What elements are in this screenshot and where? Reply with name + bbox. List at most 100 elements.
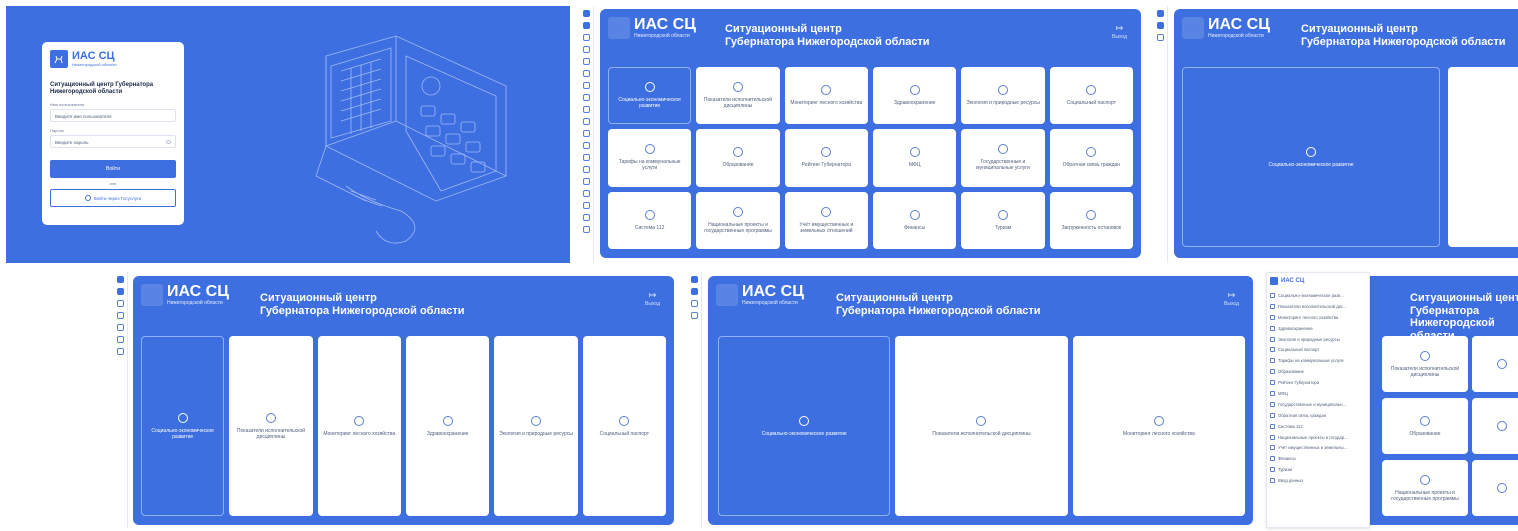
- tile-tourism[interactable]: Туризм: [961, 191, 1045, 249]
- menu-item[interactable]: Национальные проекты и государ...: [1270, 432, 1366, 443]
- username-input[interactable]: Введите имя пользователя: [50, 109, 176, 123]
- nav-tourism-icon[interactable]: [583, 214, 590, 221]
- nav-rating-icon[interactable]: [583, 118, 590, 125]
- tile-forest[interactable]: Мониторинг лесного хозяйства: [784, 67, 868, 125]
- tile-education[interactable]: Образование: [696, 129, 780, 187]
- logo-mini-icon[interactable]: [1157, 10, 1164, 17]
- menu-item-label: Социально-экономическое разв...: [1278, 292, 1344, 298]
- nav-passport-icon[interactable]: [583, 82, 590, 89]
- nav-health-icon[interactable]: [583, 58, 590, 65]
- nav-services-icon[interactable]: [583, 142, 590, 149]
- tile-education[interactable]: Образование: [1382, 398, 1468, 454]
- tile-property[interactable]: Учёт имущественных и земельных отношений: [784, 191, 868, 249]
- logo-mini-icon[interactable]: [691, 276, 698, 283]
- nav-input-icon[interactable]: [583, 226, 590, 233]
- tile-forest[interactable]: Мониторинг лесного хозяйства: [1072, 336, 1245, 516]
- menu-item[interactable]: Обратная связь граждан: [1270, 410, 1366, 421]
- tile-rating[interactable]: [1472, 398, 1518, 454]
- tile-projects[interactable]: Национальные проекты и государственные п…: [1382, 460, 1468, 516]
- tile-health[interactable]: Здравоохранение: [873, 67, 957, 125]
- nav-feedback-icon[interactable]: [583, 154, 590, 161]
- menu-item[interactable]: Финансы: [1270, 453, 1366, 464]
- nav-discipline-icon[interactable]: [117, 300, 124, 307]
- menu-item[interactable]: Ввод данных: [1270, 475, 1366, 486]
- login-button[interactable]: Войти: [50, 160, 176, 179]
- logo-mini-icon[interactable]: [583, 10, 590, 17]
- nav-112-icon[interactable]: [583, 166, 590, 173]
- tile-feedback[interactable]: Обратная связь граждан: [1049, 129, 1133, 187]
- nav-discipline-icon[interactable]: [583, 34, 590, 41]
- tile-social-econ[interactable]: Социально-экономическое развитие: [1182, 67, 1440, 247]
- password-input[interactable]: Введите пароль: [50, 135, 176, 149]
- menu-item[interactable]: Экология и природные ресурсы: [1270, 334, 1366, 345]
- menu-item[interactable]: Показатели исполнительской дис...: [1270, 301, 1366, 312]
- tile-social-econ[interactable]: Социально-экономическое развитие: [608, 67, 692, 125]
- nav-social-econ-icon[interactable]: [583, 22, 590, 29]
- tile-property[interactable]: [1472, 460, 1518, 516]
- nav-mfc-icon[interactable]: [583, 130, 590, 137]
- tile-services[interactable]: Государственные и муниципальные услуги: [961, 129, 1045, 187]
- tile-rating[interactable]: Рейтинг Губернатора: [784, 129, 868, 187]
- menu-item[interactable]: Государственные и муниципальн...: [1270, 399, 1366, 410]
- nav-social-econ-icon[interactable]: [1157, 22, 1164, 29]
- menu-item[interactable]: Туризм: [1270, 464, 1366, 475]
- nav-ecology-icon[interactable]: [117, 336, 124, 343]
- nav-forest-icon[interactable]: [117, 312, 124, 319]
- logo-mini-icon[interactable]: [117, 276, 124, 283]
- tile-projects[interactable]: Национальные проекты и государственные п…: [696, 191, 780, 249]
- gosuslugi-button[interactable]: Войти через Госуслуги: [50, 189, 176, 208]
- tile-stops[interactable]: Загруженность остановок: [1049, 191, 1133, 249]
- menu-item[interactable]: Тарифы на коммунальные услуги: [1270, 355, 1366, 366]
- tile-discipline[interactable]: Показатели исполнительской дисциплины: [1382, 336, 1468, 392]
- tile-discipline[interactable]: Показатели исполнительской дисциплины: [229, 336, 313, 516]
- tile-finance[interactable]: Финансы: [873, 191, 957, 249]
- tile-ecology[interactable]: Экология и природные ресурсы: [961, 67, 1045, 125]
- tile-passport[interactable]: Социальный паспорт: [1049, 67, 1133, 125]
- tile-mfc[interactable]: МФЦ: [873, 129, 957, 187]
- tile-forest[interactable]: [1472, 336, 1518, 392]
- nav-finance-icon[interactable]: [583, 202, 590, 209]
- nav-ecology-icon[interactable]: [583, 70, 590, 77]
- tile-ecology[interactable]: Экология и природные ресурсы: [494, 336, 578, 516]
- menu-item[interactable]: Учёт имущественных и земельны...: [1270, 442, 1366, 453]
- exit-button[interactable]: ↦ Выход: [1224, 290, 1239, 307]
- nav-forest-icon[interactable]: [691, 312, 698, 319]
- exit-icon: ↦: [648, 290, 657, 300]
- nav-projects-icon[interactable]: [583, 178, 590, 185]
- menu-item[interactable]: Рейтинг Губернатора: [1270, 377, 1366, 388]
- exit-button[interactable]: ↦ Выход: [1112, 23, 1127, 40]
- tile-discipline[interactable]: Показатели исполнительской дисциплины: [696, 67, 780, 125]
- tile-passport[interactable]: Социальный паспорт: [582, 336, 666, 516]
- menu-item[interactable]: Образование: [1270, 366, 1366, 377]
- eye-icon[interactable]: [166, 140, 171, 145]
- nav-social-econ-icon[interactable]: [117, 288, 124, 295]
- nav-discipline-icon[interactable]: [1157, 34, 1164, 41]
- menu-item[interactable]: Социально-экономическое разв...: [1270, 290, 1366, 301]
- nav-education-icon[interactable]: [583, 106, 590, 113]
- sidebar-rail: [114, 272, 128, 528]
- nav-discipline-icon[interactable]: [691, 300, 698, 307]
- nav-tariffs-icon[interactable]: [583, 94, 590, 101]
- nav-health-icon[interactable]: [117, 324, 124, 331]
- tile-forest[interactable]: Мониторинг лесного хозяйства: [317, 336, 401, 516]
- menu-item[interactable]: МФЦ: [1270, 388, 1366, 399]
- tile-tariffs[interactable]: Тарифы на коммунальные услуги: [608, 129, 692, 187]
- nav-property-icon[interactable]: [583, 190, 590, 197]
- menu-item[interactable]: Мониторинг лесного хозяйства: [1270, 312, 1366, 323]
- menu-item[interactable]: Система 112: [1270, 421, 1366, 432]
- menu-item[interactable]: Социальный паспорт: [1270, 344, 1366, 355]
- nav-social-econ-icon[interactable]: [691, 288, 698, 295]
- password-placeholder: Введите пароль: [55, 140, 89, 146]
- dashboard-logo: ИАС СЦ Нижегородской области: [141, 284, 229, 306]
- nav-forest-icon[interactable]: [583, 46, 590, 53]
- exit-button[interactable]: ↦ Выход: [645, 290, 660, 307]
- tile-112[interactable]: Система 112: [608, 191, 692, 249]
- tile-social-econ[interactable]: Социально-экономическое развитие: [141, 336, 225, 516]
- nav-passport-icon[interactable]: [117, 348, 124, 355]
- exit-label: Выход: [645, 301, 660, 307]
- tile-discipline[interactable]: Показатели исполнительской дисциплины: [895, 336, 1068, 516]
- tile-social-econ[interactable]: Социально-экономическое развитие: [718, 336, 891, 516]
- menu-item[interactable]: Здравоохранение: [1270, 323, 1366, 334]
- tile-discipline[interactable]: [1448, 67, 1518, 247]
- tile-health[interactable]: Здравоохранение: [406, 336, 490, 516]
